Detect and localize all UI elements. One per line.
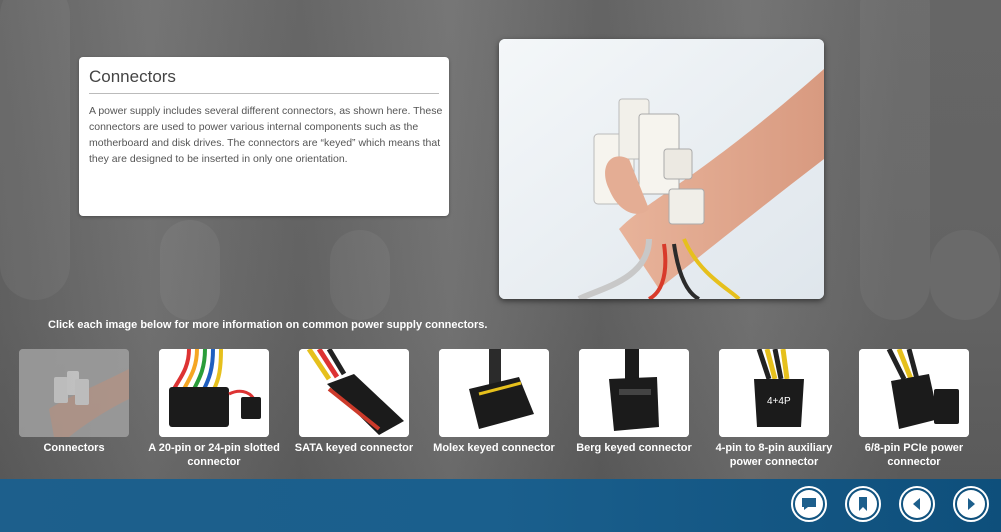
thumb-label: 6/8-pin PCIe power connector bbox=[864, 442, 964, 468]
thumb-label: SATA keyed connector bbox=[294, 442, 414, 454]
info-body: A power supply includes several differen… bbox=[89, 105, 443, 165]
thumb-berg-connector[interactable] bbox=[579, 349, 689, 437]
thumb-sata-connector[interactable] bbox=[299, 349, 409, 437]
background-decoration bbox=[0, 0, 70, 300]
hand-holding-connectors-image bbox=[499, 39, 824, 299]
comment-button[interactable] bbox=[791, 486, 827, 522]
bookmark-icon bbox=[859, 497, 867, 511]
hand-connectors-image bbox=[19, 349, 129, 437]
thumb-atx-connector[interactable] bbox=[159, 349, 269, 437]
thumb-label: Berg keyed connector bbox=[576, 442, 692, 454]
thumb-molex-connector[interactable] bbox=[439, 349, 549, 437]
previous-button[interactable] bbox=[899, 486, 935, 522]
berg-connector-image bbox=[579, 349, 689, 437]
instruction-text: Click each image below for more informat… bbox=[48, 319, 488, 331]
thumb-connectors[interactable] bbox=[19, 349, 129, 437]
molex-connector-image bbox=[439, 349, 549, 437]
atx-connector-image bbox=[159, 349, 269, 437]
hero-image bbox=[499, 39, 824, 299]
sata-connector-image bbox=[299, 349, 409, 437]
info-title: Connectors bbox=[89, 67, 439, 94]
background-decoration bbox=[860, 0, 930, 320]
background-decoration bbox=[930, 230, 1000, 320]
bookmark-button[interactable] bbox=[845, 486, 881, 522]
comment-icon bbox=[802, 498, 816, 510]
aux-connector-image: 4+4P bbox=[719, 349, 829, 437]
previous-icon bbox=[913, 498, 920, 510]
next-icon bbox=[968, 498, 975, 510]
thumb-aux-connector[interactable]: 4+4P bbox=[719, 349, 829, 437]
info-card: Connectors A power supply includes sever… bbox=[79, 57, 449, 216]
thumb-pcie-connector[interactable] bbox=[859, 349, 969, 437]
pcie-connector-image bbox=[859, 349, 969, 437]
background-decoration bbox=[330, 230, 390, 320]
thumb-label: Connectors bbox=[43, 442, 105, 454]
svg-text:4+4P: 4+4P bbox=[767, 396, 791, 407]
thumb-label: A 20-pin or 24-pin slotted connector bbox=[148, 442, 280, 468]
background-decoration bbox=[160, 220, 220, 320]
thumb-label: 4-pin to 8-pin auxiliary power connector bbox=[715, 442, 833, 468]
next-button[interactable] bbox=[953, 486, 989, 522]
thumb-label: Molex keyed connector bbox=[433, 442, 555, 454]
